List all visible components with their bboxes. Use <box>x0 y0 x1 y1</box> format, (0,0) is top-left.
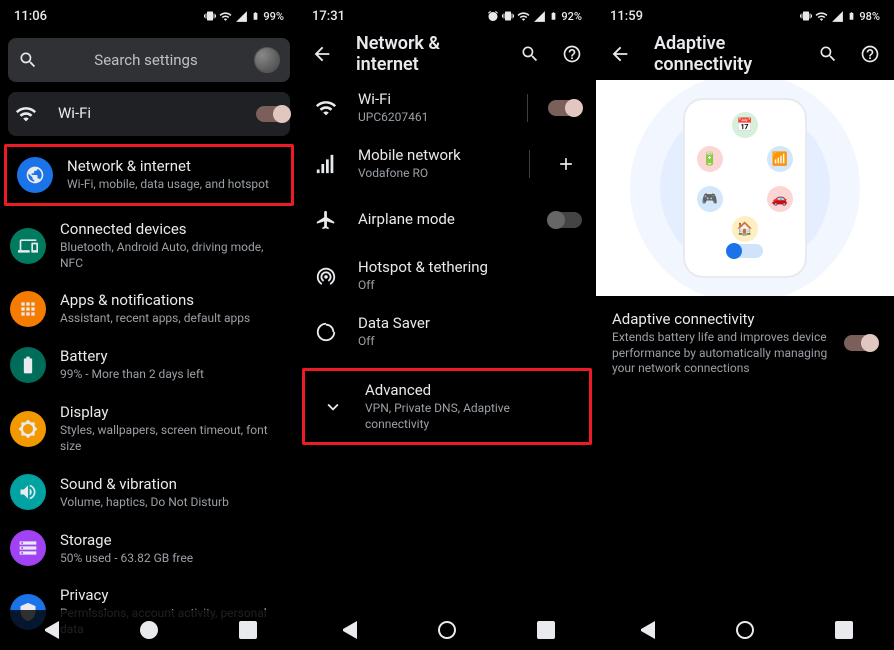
status-icons: 98% <box>800 9 880 23</box>
vibrate-icon <box>204 10 216 22</box>
search-button[interactable] <box>514 38 546 70</box>
settings-item-apps[interactable]: Apps & notificationsAssistant, recent ap… <box>0 281 298 337</box>
nav-bar <box>0 610 298 650</box>
settings-item-storage[interactable]: Storage50% used - 63.82 GB free <box>0 520 298 576</box>
network-item-advanced[interactable]: AdvancedVPN, Private DNS, Adaptive conne… <box>305 371 589 442</box>
battery-icon <box>10 347 46 383</box>
wifi-icon <box>815 10 828 23</box>
wifi-title: Wi-Fi <box>58 104 242 122</box>
settings-panel: 11:06 99% Search settings Wi-Fi Network … <box>0 0 298 650</box>
airplane-icon <box>308 202 344 238</box>
status-bar: 11:06 99% <box>0 0 298 28</box>
battery-icon <box>251 9 260 23</box>
wifi-icon <box>517 10 530 23</box>
devices-icon <box>10 228 46 264</box>
nav-home[interactable] <box>140 621 158 639</box>
network-item-wifi[interactable]: Wi-FiUPC6207461 <box>298 80 596 136</box>
nav-back[interactable] <box>339 621 357 639</box>
wifi-icon <box>8 96 44 132</box>
settings-item-network[interactable]: Network & internetWi-Fi, mobile, data us… <box>7 147 291 203</box>
profile-avatar[interactable] <box>254 47 280 73</box>
settings-item-display[interactable]: DisplayStyles, wallpapers, screen timeou… <box>0 393 298 464</box>
wifi-icon <box>219 10 232 23</box>
add-network-button[interactable] <box>550 148 582 180</box>
sound-icon <box>10 474 46 510</box>
airplane-toggle[interactable] <box>548 212 582 228</box>
globe-icon <box>17 157 53 193</box>
signal-icon <box>308 146 344 182</box>
hotspot-icon <box>308 258 344 294</box>
settings-item-sound[interactable]: Sound & vibrationVolume, haptics, Do Not… <box>0 464 298 520</box>
wifi-toggle[interactable] <box>548 100 582 116</box>
clock: 17:31 <box>312 9 345 24</box>
chevron-down-icon <box>315 389 351 425</box>
search-icon <box>18 50 38 70</box>
status-icons: 99% <box>204 9 284 23</box>
help-button[interactable] <box>556 38 588 70</box>
battery-icon <box>549 9 558 23</box>
app-header: Network & internet <box>298 28 596 80</box>
nav-bar <box>596 610 894 650</box>
battery-icon <box>847 9 856 23</box>
search-bar[interactable]: Search settings <box>8 38 290 82</box>
adaptive-toggle[interactable] <box>844 335 878 351</box>
signal-icon <box>831 10 844 23</box>
storage-icon <box>10 530 46 566</box>
battery-percent: 98% <box>859 10 880 23</box>
wifi-icon <box>308 90 344 126</box>
settings-item-connected[interactable]: Connected devicesBluetooth, Android Auto… <box>0 210 298 281</box>
vibrate-icon <box>502 10 514 22</box>
nav-recent[interactable] <box>835 621 853 639</box>
vibrate-icon <box>800 10 812 22</box>
nav-recent[interactable] <box>537 621 555 639</box>
battery-percent: 99% <box>263 10 284 23</box>
nav-recent[interactable] <box>239 621 257 639</box>
search-button[interactable] <box>812 38 844 70</box>
apps-icon <box>10 291 46 327</box>
network-panel: 17:31 92% Network & internet Wi-FiUPC620… <box>298 0 596 650</box>
page-title: Network & internet <box>356 33 504 75</box>
illustration: 📅 🔋 📶 🎮 🚗 🏠 <box>596 80 894 296</box>
back-button[interactable] <box>306 38 338 70</box>
adaptive-title: Adaptive connectivity <box>612 310 830 328</box>
nav-home[interactable] <box>736 621 754 639</box>
network-item-hotspot[interactable]: Hotspot & tetheringOff <box>298 248 596 304</box>
wifi-toggle[interactable] <box>256 106 290 122</box>
nav-home[interactable] <box>438 621 456 639</box>
signal-icon <box>235 10 248 23</box>
nav-back[interactable] <box>41 621 59 639</box>
adaptive-panel: 11:59 98% Adaptive connectivity 📅 🔋 📶 🎮 … <box>596 0 894 650</box>
alarm-icon <box>487 10 499 22</box>
network-item-datasaver[interactable]: Data SaverOff <box>298 304 596 360</box>
wifi-quick-card[interactable]: Wi-Fi <box>8 92 290 136</box>
search-placeholder: Search settings <box>38 51 254 69</box>
clock: 11:59 <box>610 9 643 24</box>
nav-bar <box>298 610 596 650</box>
display-icon <box>10 411 46 447</box>
signal-icon <box>533 10 546 23</box>
network-item-airplane[interactable]: Airplane mode <box>298 192 596 248</box>
network-item-mobile[interactable]: Mobile networkVodafone RO <box>298 136 596 192</box>
status-bar: 17:31 92% <box>298 0 596 28</box>
status-icons: 92% <box>487 9 582 23</box>
page-title: Adaptive connectivity <box>654 33 802 75</box>
back-button[interactable] <box>604 38 636 70</box>
battery-percent: 92% <box>561 10 582 23</box>
nav-back[interactable] <box>637 621 655 639</box>
help-button[interactable] <box>854 38 886 70</box>
adaptive-desc: Extends battery life and improves device… <box>612 330 830 377</box>
adaptive-setting[interactable]: Adaptive connectivity Extends battery li… <box>596 296 894 391</box>
datasaver-icon <box>308 314 344 350</box>
settings-item-battery[interactable]: Battery99% - More than 2 days left <box>0 337 298 393</box>
clock: 11:06 <box>14 9 47 24</box>
status-bar: 11:59 98% <box>596 0 894 28</box>
app-header: Adaptive connectivity <box>596 28 894 80</box>
